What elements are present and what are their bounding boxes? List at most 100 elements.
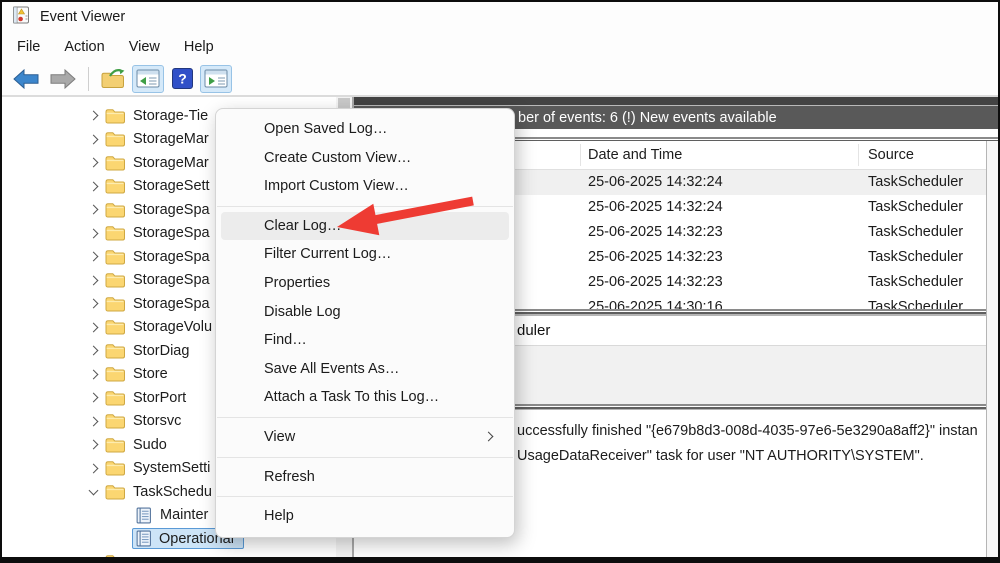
tree-item-label: StorPort: [133, 389, 187, 406]
chevron-right-icon[interactable]: [86, 416, 100, 427]
chevron-right-icon[interactable]: [86, 134, 100, 145]
chevron-right-icon[interactable]: [86, 181, 100, 192]
chevron-right-icon[interactable]: [86, 228, 100, 239]
open-saved-log-button[interactable]: [97, 65, 129, 93]
menu-separator: [217, 205, 513, 207]
menu-item-open-saved-log[interactable]: Open Saved Log…: [216, 115, 514, 144]
folder-icon: [105, 343, 125, 359]
event-date: 25-06-2025 14:32:24: [588, 199, 723, 215]
menu-separator: [217, 456, 513, 458]
events-scrollbar[interactable]: [986, 141, 998, 558]
menu-item-filter-current-log[interactable]: Filter Current Log…: [216, 240, 514, 269]
back-icon: [13, 68, 39, 89]
show-console-tree-button[interactable]: [132, 64, 164, 93]
event-viewer-icon: [12, 6, 30, 29]
chevron-down-icon[interactable]: [86, 485, 100, 496]
menu-item-view[interactable]: View: [216, 423, 514, 452]
column-header-source[interactable]: Source: [868, 141, 914, 170]
menu-separator: [217, 416, 513, 418]
chevron-right-icon[interactable]: [86, 275, 100, 286]
forward-button[interactable]: [46, 65, 80, 93]
folder-icon: [105, 366, 125, 382]
event-description-line: UsageDataReceiver" task for user "NT AUT…: [517, 448, 924, 464]
chevron-right-icon[interactable]: [86, 392, 100, 403]
tree-item-label: SystemSetti: [133, 460, 211, 477]
chevron-right-icon[interactable]: [86, 251, 100, 262]
tree-item-label: StorDiag: [133, 342, 190, 359]
folder-icon: [105, 390, 125, 406]
svg-text:?: ?: [178, 71, 187, 87]
folder-icon: [105, 225, 125, 241]
menu-item-find[interactable]: Find…: [216, 326, 514, 355]
tree-item-label: Mainter: [160, 507, 209, 524]
chevron-right-icon[interactable]: [86, 204, 100, 215]
tree-item-label: Store: [133, 366, 168, 383]
tree-item-label: StorageSpa: [133, 272, 210, 289]
column-header-date-and-time[interactable]: Date and Time: [588, 141, 682, 170]
tree-item-label: StorageSpa: [133, 248, 210, 265]
menu-item-save-all-events-as[interactable]: Save All Events As…: [216, 355, 514, 384]
tree-item-label: StorageSpa: [133, 225, 210, 242]
tree-item-label: Storsvc: [133, 413, 182, 430]
folder-icon: [105, 272, 125, 288]
window-border: [0, 0, 2, 563]
forward-icon: [50, 68, 76, 89]
show-action-pane-button[interactable]: [200, 64, 232, 93]
back-button[interactable]: [9, 65, 43, 93]
tree-item-label: StorageMar: [133, 131, 209, 148]
chevron-right-icon[interactable]: [86, 110, 100, 121]
open-saved-log-icon: [101, 68, 125, 88]
menu-item-properties[interactable]: Properties: [216, 269, 514, 298]
folder-icon: [105, 460, 125, 476]
chevron-right-icon[interactable]: [86, 157, 100, 168]
menu-item-attach-task[interactable]: Attach a Task To this Log…: [216, 383, 514, 412]
chevron-right-icon[interactable]: [86, 322, 100, 333]
tree-item-label: StorageVolu: [133, 319, 213, 336]
chevron-right-icon[interactable]: [86, 369, 100, 380]
menu-item-import-custom-view[interactable]: Import Custom View…: [216, 172, 514, 201]
tree-item-label: StorageMar: [133, 154, 209, 171]
folder-icon: [105, 178, 125, 194]
menu-separator: [217, 496, 513, 498]
menu-help[interactable]: Help: [172, 35, 226, 59]
event-date: 25-06-2025 14:30:16: [588, 299, 723, 309]
menu-item-label: View: [264, 428, 296, 445]
event-log-icon: [135, 507, 152, 524]
folder-icon: [105, 131, 125, 147]
menu-item-clear-log[interactable]: Clear Log…: [221, 211, 509, 241]
menu-item-disable-log[interactable]: Disable Log: [216, 298, 514, 327]
event-source: TaskScheduler: [868, 174, 964, 190]
submenu-chevron-icon: [483, 431, 494, 442]
help-button[interactable]: ?: [167, 65, 197, 93]
chevron-right-icon[interactable]: [86, 439, 100, 450]
menu-item-create-custom-view[interactable]: Create Custom View…: [216, 144, 514, 173]
chevron-right-icon[interactable]: [86, 298, 100, 309]
folder-icon: [105, 202, 125, 218]
menu-item-help[interactable]: Help: [216, 502, 514, 531]
title-bar: Event Viewer: [2, 2, 998, 32]
folder-icon: [105, 296, 125, 312]
toolbar-separator: [88, 66, 89, 91]
event-log-icon: [135, 530, 152, 547]
toolbar: ?: [2, 62, 998, 95]
menu-file[interactable]: File: [5, 35, 52, 59]
menu-action[interactable]: Action: [52, 35, 116, 59]
folder-icon: [105, 437, 125, 453]
menu-view[interactable]: View: [117, 35, 172, 59]
event-date: 25-06-2025 14:32:23: [588, 274, 723, 290]
tree-item-label: Sudo: [133, 436, 167, 453]
panel-top-band: [354, 97, 998, 105]
folder-icon: [105, 484, 125, 500]
column-divider[interactable]: [580, 144, 581, 166]
window-border: [0, 0, 1000, 2]
chevron-right-icon[interactable]: [86, 463, 100, 474]
menu-bar: File Action View Help: [2, 32, 998, 62]
folder-icon: [105, 249, 125, 265]
help-icon: ?: [171, 68, 193, 89]
event-date: 25-06-2025 14:32:23: [588, 249, 723, 265]
column-divider[interactable]: [858, 144, 859, 166]
menu-item-refresh[interactable]: Refresh: [216, 463, 514, 492]
window-border: [0, 557, 1000, 563]
event-viewer-window: Event Viewer File Action View Help ? Sto…: [0, 0, 1000, 563]
chevron-right-icon[interactable]: [86, 345, 100, 356]
